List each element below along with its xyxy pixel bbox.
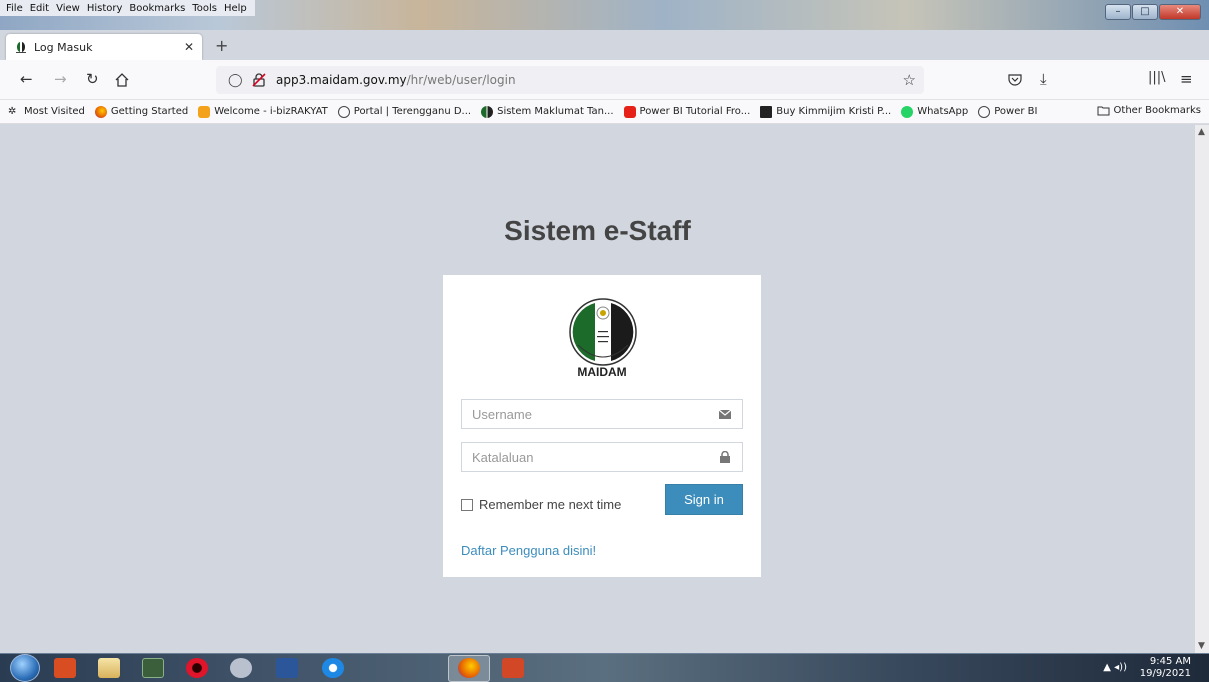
url-path: /hr/web/user/login [406,73,516,87]
bookmark-power-bi-tutorial[interactable]: Power BI Tutorial Fro... [623,105,751,118]
menu-edit[interactable]: Edit [30,3,49,14]
other-bookmarks-label: Other Bookmarks [1113,105,1201,116]
logo-label: MAIDAM [577,365,627,379]
bookmark-label: Portal | Terengganu D... [353,106,472,117]
tab-title: Log Masuk [34,40,93,54]
clock-time: 9:45 AM [1149,656,1191,667]
url-host: app3.maidam.gov.my [276,73,407,87]
youtube-icon [623,105,636,118]
downloads-icon[interactable]: ⤓ [1040,70,1047,88]
snipping-tool-icon[interactable] [230,658,252,678]
gear-icon: ✲ [8,105,17,117]
menu-tools[interactable]: Tools [192,3,217,14]
library-icon[interactable]: |||\ [1148,70,1166,85]
bookmark-kimmijim[interactable]: Buy Kimmijim Kristi P... [760,105,892,118]
folder-icon [1097,106,1110,116]
bizrakyat-icon [198,105,211,118]
menu-help[interactable]: Help [224,3,247,14]
remember-me[interactable]: Remember me next time [461,497,621,512]
file-explorer-icon[interactable] [98,658,120,678]
close-window-button[interactable]: ✕ [1159,4,1201,20]
maidam-icon [481,105,494,118]
bookmark-label: Most Visited [24,106,85,117]
z-icon [760,105,773,118]
back-icon[interactable]: ← [20,70,33,88]
opera-icon[interactable] [186,658,208,678]
navigation-toolbar: ← → ↻ ◯ app3.maidam.gov.my/hr/web/user/l… [0,60,1209,100]
bookmark-portal-terengganu[interactable]: Portal | Terengganu D... [337,105,472,118]
bookmark-label: Sistem Maklumat Tan... [497,106,614,117]
bookmark-power-bi[interactable]: Power BI [978,105,1038,118]
menu-file[interactable]: File [6,3,23,14]
bookmark-most-visited[interactable]: ✲ Most Visited [8,106,85,118]
password-field[interactable] [461,442,743,472]
signin-button[interactable]: Sign in [665,484,743,515]
bookmark-bizrakyat[interactable]: Welcome - i-bizRAKYAT [198,105,328,118]
close-tab-icon[interactable]: ✕ [184,40,194,54]
volume-icon[interactable]: ▲ ◂)) [1103,662,1127,673]
powerpoint-icon[interactable] [502,658,524,678]
bookmark-whatsapp[interactable]: WhatsApp [901,105,969,118]
tracking-shield-icon[interactable]: ◯ [228,73,243,88]
envelope-icon [718,409,732,419]
bookmarks-toolbar: ✲ Most Visited Getting Started Welcome -… [0,100,1209,124]
whatsapp-icon [901,105,914,118]
username-field[interactable] [461,399,743,429]
menu-bookmarks[interactable]: Bookmarks [129,3,185,14]
taskbar: ▲ ◂)) 9:45 AM 19/9/2021 [0,653,1209,682]
menu-view[interactable]: View [56,3,80,14]
forward-icon[interactable]: → [54,70,67,88]
scroll-down-icon[interactable]: ▼ [1198,641,1205,651]
bookmark-label: Power BI Tutorial Fro... [639,106,751,117]
new-tab-button[interactable]: + [215,36,228,55]
globe-icon [978,105,991,118]
page-scrollbar[interactable]: ▲ ▼ [1195,125,1209,653]
tab-log-masuk[interactable]: Log Masuk ✕ [6,34,202,60]
bookmark-sistem-maklumat[interactable]: Sistem Maklumat Tan... [481,105,614,118]
bookmark-star-icon[interactable]: ☆ [903,71,916,89]
page-title: Sistem e-Staff [504,215,691,246]
start-button[interactable] [10,654,40,682]
reload-icon[interactable]: ↻ [86,70,99,88]
username-input[interactable] [472,406,718,422]
maximize-button[interactable]: □ [1132,4,1158,20]
word-icon[interactable] [276,658,298,678]
url-text[interactable]: app3.maidam.gov.my/hr/web/user/login [276,73,903,87]
password-input[interactable] [472,449,718,465]
bookmark-label: Buy Kimmijim Kristi P... [776,106,892,117]
firefox-taskbar-icon[interactable] [458,658,480,678]
window-title-bar: File Edit View History Bookmarks Tools H… [0,0,1209,30]
window-controls: – □ ✕ [1104,4,1201,20]
edge-icon[interactable] [322,658,344,678]
maidam-logo [569,298,637,366]
lock-icon [720,451,730,463]
terminal-icon[interactable] [142,658,164,678]
other-bookmarks[interactable]: Other Bookmarks [1097,105,1201,116]
hamburger-menu-icon[interactable]: ≡ [1180,70,1193,88]
pocket-icon[interactable] [1008,73,1022,87]
bookmark-label: Welcome - i-bizRAKYAT [214,106,328,117]
home-icon[interactable] [115,73,129,87]
menu-history[interactable]: History [87,3,123,14]
insecure-lock-icon[interactable] [250,72,268,88]
login-box: MAIDAM Remember me next time Sign in Daf… [443,275,761,577]
globe-icon [337,105,350,118]
system-clock[interactable]: 9:45 AM 19/9/2021 [1140,656,1191,680]
bookmark-label: WhatsApp [917,106,969,117]
menu-bar: File Edit View History Bookmarks Tools H… [0,0,255,16]
bookmark-getting-started[interactable]: Getting Started [94,105,189,118]
minimize-button[interactable]: – [1105,4,1131,20]
remember-checkbox[interactable] [461,498,473,511]
register-link[interactable]: Daftar Pengguna disini! [461,543,596,558]
media-player-icon[interactable] [54,658,76,678]
remember-label: Remember me next time [479,497,622,512]
bookmark-label: Getting Started [110,106,189,117]
page-content: Sistem e-Staff MAIDAM Username Remember … [0,125,1195,653]
address-bar[interactable]: ◯ app3.maidam.gov.my/hr/web/user/login ☆ [216,66,924,94]
maidam-favicon-icon [16,42,26,53]
bookmark-label: Power BI [994,106,1038,117]
clock-date: 19/9/2021 [1139,668,1191,679]
scroll-up-icon[interactable]: ▲ [1198,127,1205,137]
firefox-icon [94,105,107,118]
